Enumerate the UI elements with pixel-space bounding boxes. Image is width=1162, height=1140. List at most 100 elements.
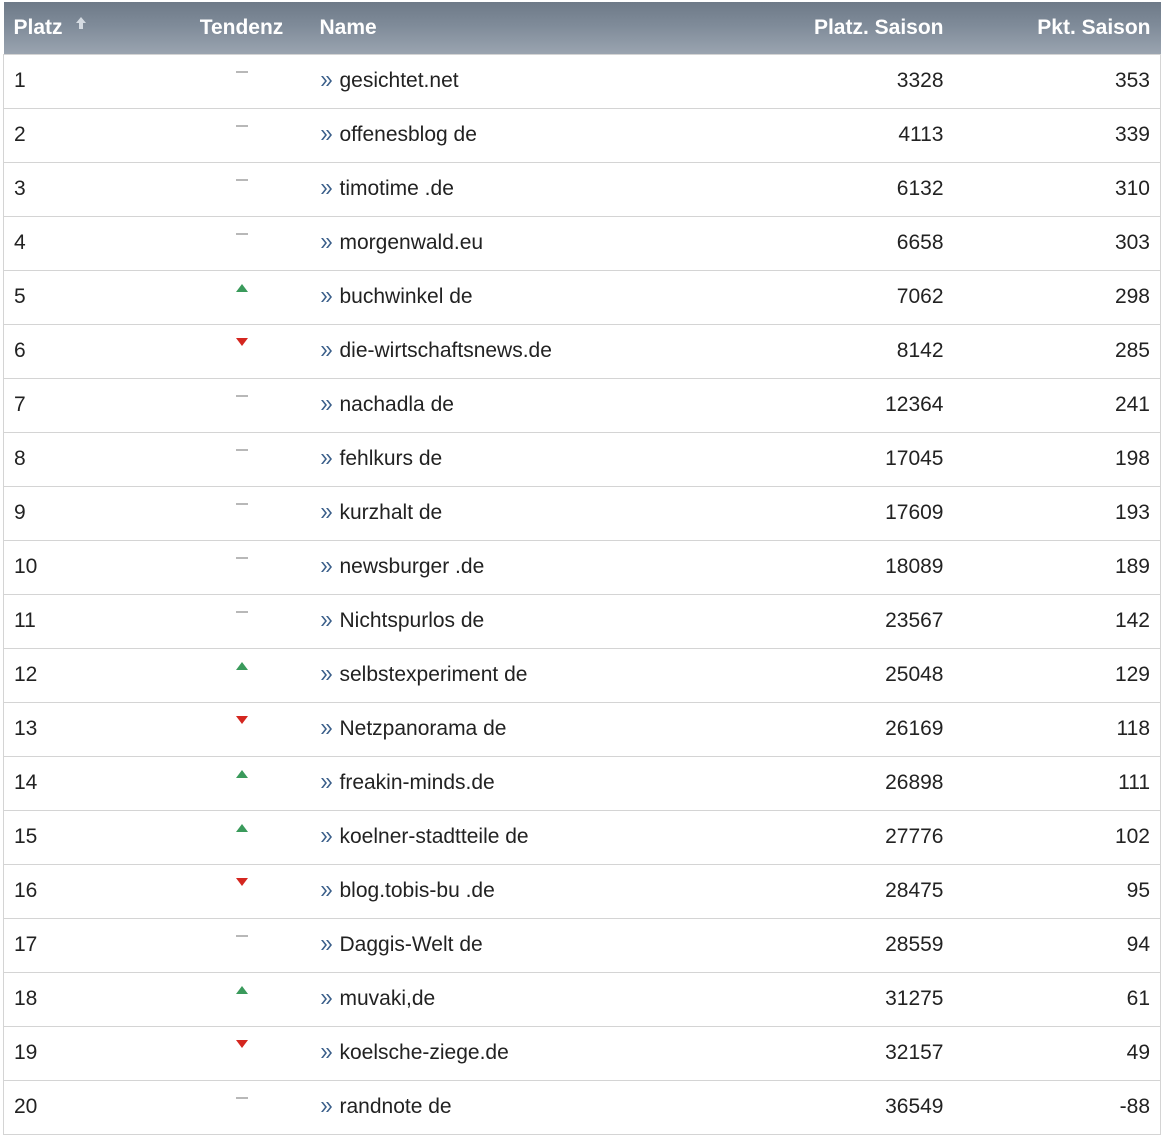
dash-icon	[235, 59, 249, 83]
cell-platz: 4	[3, 216, 164, 270]
dash-icon	[235, 599, 249, 623]
double-chevron-right-icon	[320, 988, 334, 1012]
site-name-link[interactable]: kurzhalt de	[340, 501, 443, 524]
site-name-link[interactable]: selbstexperiment de	[340, 663, 528, 686]
cell-pkt-saison: 102	[959, 810, 1161, 864]
cell-platz: 5	[3, 270, 164, 324]
cell-tendenz	[164, 810, 320, 864]
table-row: 18 muvaki,de 31275 61	[3, 972, 1161, 1026]
dash-icon	[235, 491, 249, 515]
site-name-link[interactable]: morgenwald.eu	[340, 231, 484, 254]
column-header-pkt-saison[interactable]: Pkt. Saison	[960, 2, 1161, 54]
site-name-link[interactable]: koelsche-ziege.de	[340, 1041, 509, 1064]
site-name-link[interactable]: nachadla de	[340, 393, 454, 416]
cell-tendenz	[164, 216, 320, 270]
cell-platz: 16	[3, 864, 164, 918]
double-chevron-right-icon	[320, 448, 334, 472]
cell-platz: 15	[3, 810, 164, 864]
cell-platz: 6	[3, 324, 164, 378]
ranking-table-container: Platz Tendenz Name Platz. Saison Pkt. Sa…	[3, 2, 1161, 1135]
table-row: 11 Nichtspurlos de 23567 142	[3, 594, 1161, 648]
cell-pkt-saison: 111	[959, 756, 1161, 810]
double-chevron-right-icon	[320, 934, 334, 958]
site-name-link[interactable]: offenesblog de	[340, 123, 477, 146]
cell-platz: 12	[3, 648, 164, 702]
cell-name: die-wirtschaftsnews.de	[320, 324, 660, 378]
cell-name: koelner-stadtteile de	[320, 810, 660, 864]
site-name-link[interactable]: koelner-stadtteile de	[340, 825, 529, 848]
cell-pkt-saison: 241	[959, 378, 1161, 432]
cell-platz-saison: 27776	[885, 825, 944, 848]
double-chevron-right-icon	[320, 826, 334, 850]
cell-platz: 13	[3, 702, 164, 756]
site-name-link[interactable]: buchwinkel de	[340, 285, 473, 308]
cell-pkt-saison: 303	[959, 216, 1161, 270]
cell-tendenz	[164, 108, 320, 162]
column-header-tendenz[interactable]: Tendenz	[164, 2, 320, 54]
site-name-link[interactable]: randnote de	[340, 1095, 452, 1118]
cell-tendenz	[163, 53, 320, 108]
site-name-link[interactable]: die-wirtschaftsnews.de	[340, 339, 552, 362]
dash-icon	[235, 167, 249, 191]
cell-platz: 19	[3, 1026, 164, 1080]
site-name-link[interactable]: gesichtet.net	[340, 69, 459, 92]
site-name-link[interactable]: muvaki,de	[340, 987, 436, 1010]
double-chevron-right-icon	[320, 610, 334, 634]
cell-platz: 14	[3, 756, 164, 810]
table-row: 4 morgenwald.eu 6658 303	[3, 216, 1161, 270]
triangle-down-icon	[235, 869, 249, 893]
double-chevron-right-icon	[320, 502, 334, 526]
dash-icon	[235, 545, 249, 569]
ranking-table: Platz Tendenz Name Platz. Saison Pkt. Sa…	[3, 2, 1161, 1135]
table-row: 17 Daggis-Welt de 28559 94	[3, 918, 1161, 972]
cell-pkt-saison: 353	[959, 53, 1161, 108]
cell-tendenz	[164, 324, 320, 378]
cell-platz: 9	[3, 486, 164, 540]
cell-pkt-saison: 298	[959, 270, 1161, 324]
double-chevron-right-icon	[320, 70, 334, 94]
cell-platz-saison: 6658	[896, 231, 944, 254]
cell-name: Netzpanorama de	[320, 702, 660, 756]
site-name-link[interactable]: Daggis-Welt de	[340, 933, 483, 956]
cell-name: Nichtspurlos de	[320, 594, 660, 648]
column-header-platz-saison[interactable]: Platz. Saison	[660, 2, 960, 54]
cell-name: nachadla de	[320, 378, 660, 432]
cell-platz-saison: 28475	[885, 879, 944, 902]
cell-platz-saison: 36549	[885, 1095, 944, 1118]
table-header: Platz Tendenz Name Platz. Saison Pkt. Sa…	[3, 2, 1161, 54]
cell-name: freakin-minds.de	[320, 756, 660, 810]
cell-pkt-saison: 285	[959, 324, 1161, 378]
cell-tendenz	[164, 864, 320, 918]
cell-name: newsburger .de	[320, 540, 660, 594]
triangle-down-icon	[235, 329, 249, 353]
cell-platz: 7	[3, 378, 164, 432]
site-name-link[interactable]: freakin-minds.de	[340, 771, 495, 794]
site-name-link[interactable]: newsburger .de	[340, 555, 485, 578]
sort-up-arrow-icon	[75, 14, 87, 38]
column-header-platz[interactable]: Platz	[4, 2, 164, 54]
double-chevron-right-icon	[320, 718, 334, 742]
site-name-link[interactable]: blog.tobis-bu .de	[340, 879, 495, 902]
double-chevron-right-icon	[320, 286, 334, 310]
cell-platz: 18	[3, 972, 164, 1026]
site-name-link[interactable]: timotime .de	[340, 177, 454, 200]
cell-pkt-saison: 310	[959, 162, 1161, 216]
triangle-up-icon	[235, 977, 249, 1001]
site-name-link[interactable]: Netzpanorama de	[340, 717, 507, 740]
cell-pkt-saison: 189	[959, 540, 1161, 594]
site-name-link[interactable]: fehlkurs de	[340, 447, 443, 470]
cell-platz-saison: 4113	[898, 123, 944, 146]
column-header-name[interactable]: Name	[320, 2, 660, 54]
cell-platz: 17	[3, 918, 164, 972]
cell-platz-saison: 28559	[885, 933, 944, 956]
cell-tendenz	[164, 756, 320, 810]
cell-platz: 3	[3, 162, 164, 216]
cell-platz-saison: 23567	[885, 609, 944, 632]
table-row: 1 gesichtet.net 3328 353	[3, 53, 1161, 108]
table-row: 10 newsburger .de 18089 189	[3, 540, 1161, 594]
double-chevron-right-icon	[320, 232, 334, 256]
cell-tendenz	[164, 702, 320, 756]
site-name-link[interactable]: Nichtspurlos de	[340, 609, 485, 632]
cell-platz-saison: 12364	[885, 393, 944, 416]
table-row: 9 kurzhalt de 17609 193	[3, 486, 1161, 540]
